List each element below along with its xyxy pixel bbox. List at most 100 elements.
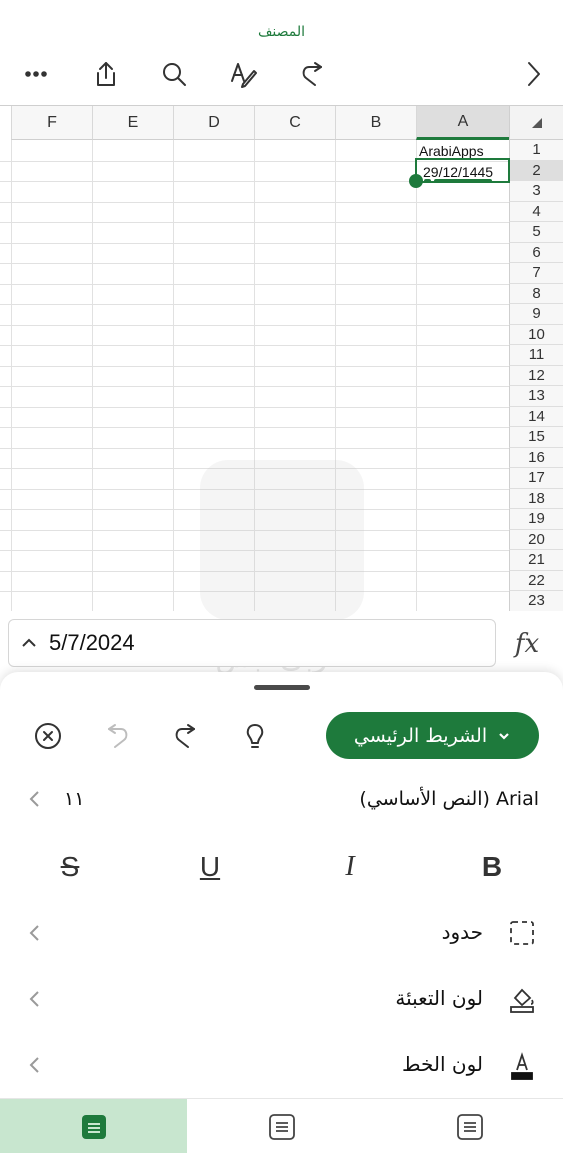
row-header[interactable]: 3: [509, 181, 563, 202]
redo-icon: [302, 62, 322, 86]
chevron-left-icon: [29, 1057, 39, 1073]
column-header-e[interactable]: E: [92, 106, 173, 140]
chevron-right-icon: [528, 62, 540, 86]
redo-button-ribbon[interactable]: [165, 716, 205, 756]
row-header[interactable]: 6: [509, 242, 563, 263]
row-header[interactable]: 10: [509, 324, 563, 345]
row-header[interactable]: 5: [509, 222, 563, 243]
row-header[interactable]: 22: [509, 570, 563, 591]
column-header-f[interactable]: F: [11, 106, 92, 140]
column-gridline: [173, 140, 174, 611]
formula-bar[interactable]: 5/7/2024: [8, 619, 496, 667]
selection-edit-marker: [424, 179, 431, 183]
row-header[interactable]: 13: [509, 386, 563, 407]
row-header[interactable]: 11: [509, 345, 563, 366]
redo-button[interactable]: [290, 52, 334, 96]
sheet-grabber[interactable]: [254, 685, 310, 690]
row-header[interactable]: 19: [509, 509, 563, 530]
ribbon-sheet: الشريط الرئيسي ١١ (النص الأساسي) Arial B…: [0, 672, 563, 1153]
row-header[interactable]: 1: [509, 140, 563, 161]
tab-insert[interactable]: [188, 1099, 375, 1153]
select-all-icon: [531, 117, 542, 128]
selection-handle[interactable]: [409, 174, 423, 188]
column-gridline: [11, 140, 12, 611]
formula-value[interactable]: 5/7/2024: [49, 630, 135, 656]
fill-color-icon: [505, 982, 539, 1016]
redo-icon: [175, 724, 195, 748]
workbook-title: المصنف: [257, 24, 306, 40]
chevron-down-icon: [499, 732, 509, 740]
row-header[interactable]: 7: [509, 263, 563, 284]
row-header[interactable]: 20: [509, 529, 563, 550]
fill-color-chevron: [24, 988, 46, 1012]
font-size-value[interactable]: ١١: [64, 788, 84, 810]
row-header[interactable]: 12: [509, 365, 563, 386]
borders-chevron: [24, 922, 46, 946]
row-header[interactable]: 21: [509, 550, 563, 571]
watermark-logo: [200, 460, 364, 620]
tab-formulas[interactable]: [376, 1099, 563, 1153]
close-circle-icon: [35, 723, 61, 749]
chevron-left-icon: [29, 925, 39, 941]
lightbulb-icon: [246, 724, 264, 748]
font-color-row[interactable]: لون الخط: [0, 1044, 563, 1088]
font-row[interactable]: ١١ (النص الأساسي) Arial: [0, 780, 563, 820]
function-button[interactable]: fx: [506, 626, 548, 662]
cell-a1[interactable]: ArabiApps: [419, 143, 484, 159]
underline-button[interactable]: U: [190, 847, 230, 887]
chevron-left-icon: [29, 791, 39, 807]
ribbon-tab-selector[interactable]: الشريط الرئيسي: [326, 712, 539, 759]
column-header-b[interactable]: B: [335, 106, 416, 140]
home-tab-icon: [81, 1114, 106, 1139]
fill-color-row[interactable]: لون التعبئة: [0, 978, 563, 1022]
bold-button[interactable]: B: [472, 847, 512, 887]
search-button[interactable]: [152, 52, 196, 96]
font-color-icon: [505, 1048, 539, 1082]
tell-me-button[interactable]: [235, 716, 275, 756]
formulas-tab-icon: [456, 1113, 483, 1140]
row-header[interactable]: 23: [509, 591, 563, 611]
column-gridline: [416, 140, 417, 611]
row-header[interactable]: 9: [509, 304, 563, 325]
strikethrough-button[interactable]: S: [50, 847, 90, 887]
borders-label: حدود: [441, 920, 483, 944]
bottom-tab-bar: [0, 1098, 563, 1153]
more-icon: [25, 71, 47, 77]
row-header[interactable]: 16: [509, 447, 563, 468]
chevron-up-icon: [22, 638, 36, 647]
font-name-value[interactable]: (النص الأساسي) Arial: [359, 788, 539, 810]
draw-button[interactable]: [221, 52, 265, 96]
undo-button[interactable]: [98, 716, 138, 756]
pen-icon: [231, 63, 257, 88]
select-all-corner[interactable]: [509, 106, 563, 140]
close-button[interactable]: [28, 716, 68, 756]
row-header[interactable]: 18: [509, 488, 563, 509]
row-header[interactable]: 17: [509, 468, 563, 489]
expand-formula-button[interactable]: [9, 634, 49, 652]
fill-color-label: لون التعبئة: [395, 986, 483, 1010]
insert-tab-icon: [268, 1113, 295, 1140]
column-gridline: [92, 140, 93, 611]
italic-button[interactable]: I: [330, 847, 370, 887]
column-header-a[interactable]: A: [416, 106, 509, 140]
row-header[interactable]: 15: [509, 427, 563, 448]
top-toolbar: [0, 52, 563, 96]
tab-home[interactable]: [0, 1099, 187, 1153]
row-header[interactable]: 8: [509, 283, 563, 304]
ribbon-tab-label: الشريط الرئيسي: [353, 724, 488, 747]
column-header-d[interactable]: D: [173, 106, 254, 140]
font-color-label: لون الخط: [401, 1052, 483, 1076]
search-icon: [163, 63, 186, 86]
more-button[interactable]: [14, 52, 58, 96]
font-size-chevron[interactable]: [24, 788, 46, 812]
column-header-c[interactable]: C: [254, 106, 335, 140]
borders-icon: [505, 916, 539, 950]
forward-button[interactable]: [512, 52, 556, 96]
row-header[interactable]: 2: [509, 160, 563, 181]
share-button[interactable]: [84, 52, 128, 96]
chevron-left-icon: [29, 991, 39, 1007]
selection-edit-marker: [434, 179, 492, 183]
row-header[interactable]: 4: [509, 201, 563, 222]
borders-row[interactable]: حدود: [0, 912, 563, 956]
row-header[interactable]: 14: [509, 406, 563, 427]
